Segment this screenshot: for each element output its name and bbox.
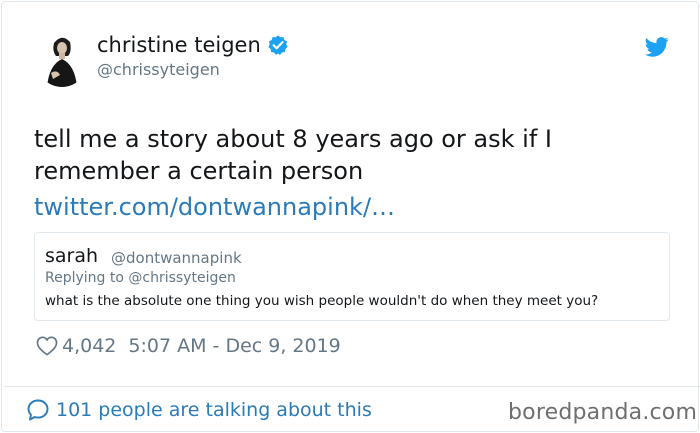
author-display-name[interactable]: christine teigen (97, 33, 261, 57)
tweet-card: christine teigen @chrissyteigen tell me … (1, 1, 700, 432)
conversation-link[interactable]: 101 people are talking about this (26, 398, 372, 422)
tweet-link[interactable]: twitter.com/dontwannapink/… (34, 191, 395, 223)
quoted-reply-context: Replying to @chrissyteigen (45, 270, 236, 286)
author-handle[interactable]: @chrissyteigen (97, 60, 220, 79)
quoted-text: what is the absolute one thing you wish … (45, 293, 599, 309)
heart-icon[interactable] (36, 336, 58, 356)
avatar[interactable] (35, 29, 89, 87)
twitter-bird-icon[interactable] (644, 37, 669, 57)
watermark: boredpanda.com (508, 400, 698, 425)
tweet-text: tell me a story about 8 years ago or ask… (34, 125, 552, 185)
verified-badge-icon (267, 34, 289, 56)
quoted-author-handle: @dontwannapink (111, 249, 242, 267)
speech-bubble-icon (26, 398, 50, 422)
quoted-author-name: sarah (45, 245, 99, 267)
talking-count: 101 people are talking about this (56, 399, 372, 421)
quoted-tweet[interactable]: sarah @dontwannapink Replying to @chriss… (34, 232, 670, 321)
tweet-meta: 4,042 5:07 AM - Dec 9, 2019 (36, 335, 341, 357)
like-count[interactable]: 4,042 (62, 335, 116, 357)
divider (4, 386, 700, 387)
tweet-timestamp[interactable]: 5:07 AM - Dec 9, 2019 (128, 335, 340, 357)
author-name-row: christine teigen (97, 33, 289, 57)
